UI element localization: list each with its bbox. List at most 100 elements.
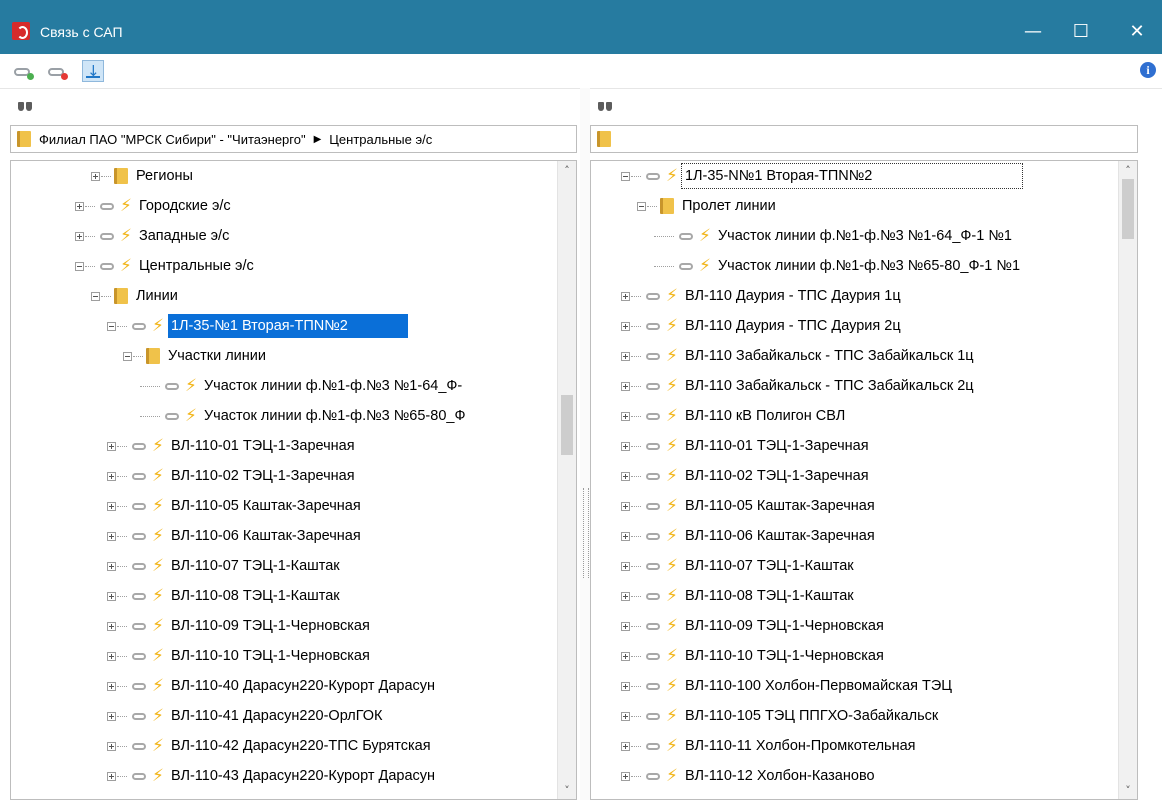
tree-node[interactable]: ⚡ ВЛ-110-05 Каштак-Заречная [11, 491, 364, 521]
expand-icon[interactable] [75, 231, 84, 241]
tree-node[interactable]: ⚡ Западные э/с [11, 221, 232, 251]
tree-node[interactable]: ⚡ Участок линии ф.№1-ф.№3 №1-64_Ф-1 №1 [591, 221, 1015, 251]
expand-icon[interactable] [107, 561, 116, 571]
scroll-thumb[interactable] [1122, 179, 1134, 239]
expand-icon[interactable] [621, 771, 630, 781]
expand-icon[interactable] [107, 651, 116, 661]
breadcrumb-item[interactable]: Филиал ПАО "МРСК Сибири" - "Читаэнерго" [39, 132, 306, 147]
tree-node[interactable]: ⚡ ВЛ-110-11 Холбон-Промкотельная [591, 731, 919, 761]
tree-node[interactable]: ⚡ ВЛ-110-09 ТЭЦ-1-Черновская [11, 611, 373, 641]
expand-icon[interactable] [621, 651, 630, 661]
collapse-icon[interactable] [107, 321, 116, 331]
tree-node[interactable]: ⚡ ВЛ-110 кВ Полигон СВЛ [591, 401, 848, 431]
collapse-icon[interactable] [123, 351, 132, 361]
tree-node[interactable]: Пролет линии [591, 191, 779, 221]
tree-node[interactable]: ⚡ 1Л-35-№1 Вторая-ТПN№2 [11, 311, 408, 341]
tree-node[interactable]: ⚡ ВЛ-110-100 Холбон-Первомайская ТЭЦ [591, 671, 955, 701]
tree-node[interactable]: Участки линии [11, 341, 269, 371]
expand-icon[interactable] [107, 711, 116, 721]
expand-icon[interactable] [621, 441, 630, 451]
binoculars-icon[interactable] [18, 98, 32, 112]
close-button[interactable]: ✕ [1114, 16, 1160, 48]
tree-node[interactable]: ⚡ ВЛ-110 Забайкальск - ТПС Забайкальск 1ц [591, 341, 977, 371]
tree-node[interactable]: ⚡ ВЛ-110-05 Каштак-Заречная [591, 491, 878, 521]
maximize-button[interactable]: ☐ [1058, 16, 1104, 48]
expand-icon[interactable] [107, 771, 116, 781]
expand-icon[interactable] [621, 501, 630, 511]
tree-node[interactable]: ⚡ ВЛ-110-09 ТЭЦ-1-Черновская [591, 611, 887, 641]
tree-node[interactable]: ⚡ Городские э/с [11, 191, 234, 221]
collapse-icon[interactable] [75, 261, 84, 271]
minimize-button[interactable]: — [1010, 16, 1056, 48]
expand-icon[interactable] [621, 711, 630, 721]
scroll-up-icon[interactable]: ˄ [561, 164, 573, 177]
scroll-up-icon[interactable]: ˄ [1122, 164, 1134, 177]
expand-icon[interactable] [621, 411, 630, 421]
tree-node[interactable]: ⚡ ВЛ-110-40 Дарасун220-Курорт Дарасун [11, 671, 438, 701]
expand-icon[interactable] [107, 501, 116, 511]
tree-node[interactable]: ⚡ ВЛ-110-43 Дарасун220-Курорт Дарасун [11, 761, 438, 791]
expand-icon[interactable] [107, 531, 116, 541]
tree-node[interactable]: ⚡ ВЛ-110-01 ТЭЦ-1-Заречная [591, 431, 872, 461]
link-add-button[interactable] [12, 60, 34, 82]
scroll-thumb[interactable] [561, 395, 573, 455]
expand-icon[interactable] [621, 531, 630, 541]
expand-icon[interactable] [621, 591, 630, 601]
tree-node[interactable]: ⚡ ВЛ-110-10 ТЭЦ-1-Черновская [11, 641, 373, 671]
tree-node[interactable]: ⚡ ВЛ-110 Даурия - ТПС Даурия 2ц [591, 311, 904, 341]
tree-node[interactable]: ⚡ ВЛ-110-02 ТЭЦ-1-Заречная [591, 461, 872, 491]
tree-node[interactable]: ⚡ ВЛ-110-01 ТЭЦ-1-Заречная [11, 431, 358, 461]
tree-node[interactable]: ⚡ ВЛ-110-07 ТЭЦ-1-Каштак [591, 551, 857, 581]
expand-icon[interactable] [621, 621, 630, 631]
import-button[interactable]: ↓ [82, 60, 104, 82]
tree-node[interactable]: ⚡ ВЛ-110-12 Холбон-Казаново [591, 761, 878, 791]
tree-node[interactable]: ⚡ Участок линии ф.№1-ф.№3 №1-64_Ф- [11, 371, 465, 401]
expand-icon[interactable] [621, 681, 630, 691]
scroll-down-icon[interactable]: ˅ [1122, 784, 1134, 797]
expand-icon[interactable] [107, 471, 116, 481]
left-scrollbar[interactable]: ˄ ˅ [557, 161, 576, 799]
expand-icon[interactable] [621, 321, 630, 331]
tree-node[interactable]: ⚡ Участок линии ф.№1-ф.№3 №65-80_Ф [11, 401, 468, 431]
tree-node[interactable]: ⚡ ВЛ-110-41 Дарасун220-ОрлГОК [11, 701, 386, 731]
tree-node[interactable]: ⚡ ВЛ-110 Даурия - ТПС Даурия 1ц [591, 281, 904, 311]
expand-icon[interactable] [107, 591, 116, 601]
collapse-icon[interactable] [91, 291, 100, 301]
collapse-icon[interactable] [637, 201, 646, 211]
info-icon[interactable]: i [1140, 62, 1156, 78]
tree-node[interactable]: ⚡ ВЛ-110-10 ТЭЦ-1-Черновская [591, 641, 887, 671]
tree-node[interactable]: ⚡ ВЛ-110-08 ТЭЦ-1-Каштак [11, 581, 343, 611]
tree-node[interactable]: ⚡ 1Л-35-N№1 Вторая-ТПN№2 [591, 161, 1024, 191]
tree-node[interactable]: ⚡ ВЛ-110-08 ТЭЦ-1-Каштак [591, 581, 857, 611]
tree-node[interactable]: Регионы [11, 161, 196, 191]
expand-icon[interactable] [107, 681, 116, 691]
pane-splitter[interactable] [580, 88, 590, 800]
tree-node[interactable]: ⚡ ВЛ-110-07 ТЭЦ-1-Каштак [11, 551, 343, 581]
tree-node[interactable]: ⚡ Участок линии ф.№1-ф.№3 №65-80_Ф-1 №1 [591, 251, 1023, 281]
scroll-down-icon[interactable]: ˅ [561, 784, 573, 797]
splitter-grip[interactable] [583, 488, 589, 578]
expand-icon[interactable] [75, 201, 84, 211]
expand-icon[interactable] [107, 441, 116, 451]
tree-node[interactable]: ⚡ ВЛ-110 Забайкальск - ТПС Забайкальск 2ц [591, 371, 977, 401]
expand-icon[interactable] [621, 561, 630, 571]
expand-icon[interactable] [621, 741, 630, 751]
right-scrollbar[interactable]: ˄ ˅ [1118, 161, 1137, 799]
binoculars-icon[interactable] [598, 98, 612, 112]
expand-icon[interactable] [107, 621, 116, 631]
tree-node[interactable]: Линии [11, 281, 181, 311]
tree-node[interactable]: ⚡ ВЛ-110-06 Каштак-Заречная [11, 521, 364, 551]
tree-node[interactable]: ⚡ Центральные э/с [11, 251, 257, 281]
tree-node[interactable]: ⚡ ВЛ-110-02 ТЭЦ-1-Заречная [11, 461, 358, 491]
expand-icon[interactable] [621, 471, 630, 481]
breadcrumb-item[interactable]: Центральные э/с [329, 132, 432, 147]
tree-node[interactable]: ⚡ ВЛ-110-42 Дарасун220-ТПС Бурятская [11, 731, 434, 761]
link-remove-button[interactable] [46, 60, 68, 82]
expand-icon[interactable] [621, 381, 630, 391]
right-tree[interactable]: ⚡ 1Л-35-N№1 Вторая-ТПN№2 Пролет линии ⚡ Учас… [590, 160, 1138, 800]
collapse-icon[interactable] [621, 171, 630, 181]
expand-icon[interactable] [91, 171, 100, 181]
left-tree[interactable]: Регионы ⚡ Городские э/с ⚡ Западные э/с ⚡ Центр… [10, 160, 577, 800]
expand-icon[interactable] [621, 351, 630, 361]
expand-icon[interactable] [107, 741, 116, 751]
